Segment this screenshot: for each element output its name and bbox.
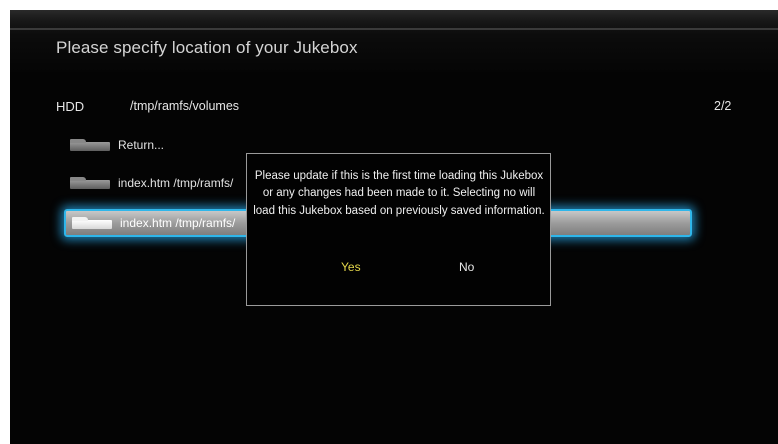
title-bar: Please specify location of your Jukebox: [10, 10, 778, 72]
file-item-label: index.htm /tmp/ramfs/: [118, 176, 234, 190]
update-dialog: Please update if this is the first time …: [246, 153, 551, 306]
page-indicator: 2/2: [714, 99, 732, 113]
dialog-message: Please update if this is the first time …: [253, 170, 545, 217]
drive-label: HDD: [56, 99, 85, 114]
file-item-label: Return...: [118, 138, 165, 152]
folder-icon: [70, 177, 110, 189]
folder-icon: [72, 217, 112, 229]
current-path: /tmp/ramfs/volumes: [130, 99, 240, 113]
file-item-label: index.htm /tmp/ramfs/: [120, 216, 236, 230]
no-button[interactable]: No: [459, 260, 474, 274]
folder-icon: [70, 139, 110, 151]
yes-button[interactable]: Yes: [341, 260, 361, 274]
tv-screen: Please specify location of your Jukebox …: [10, 10, 778, 444]
page-title: Please specify location of your Jukebox: [56, 38, 358, 57]
